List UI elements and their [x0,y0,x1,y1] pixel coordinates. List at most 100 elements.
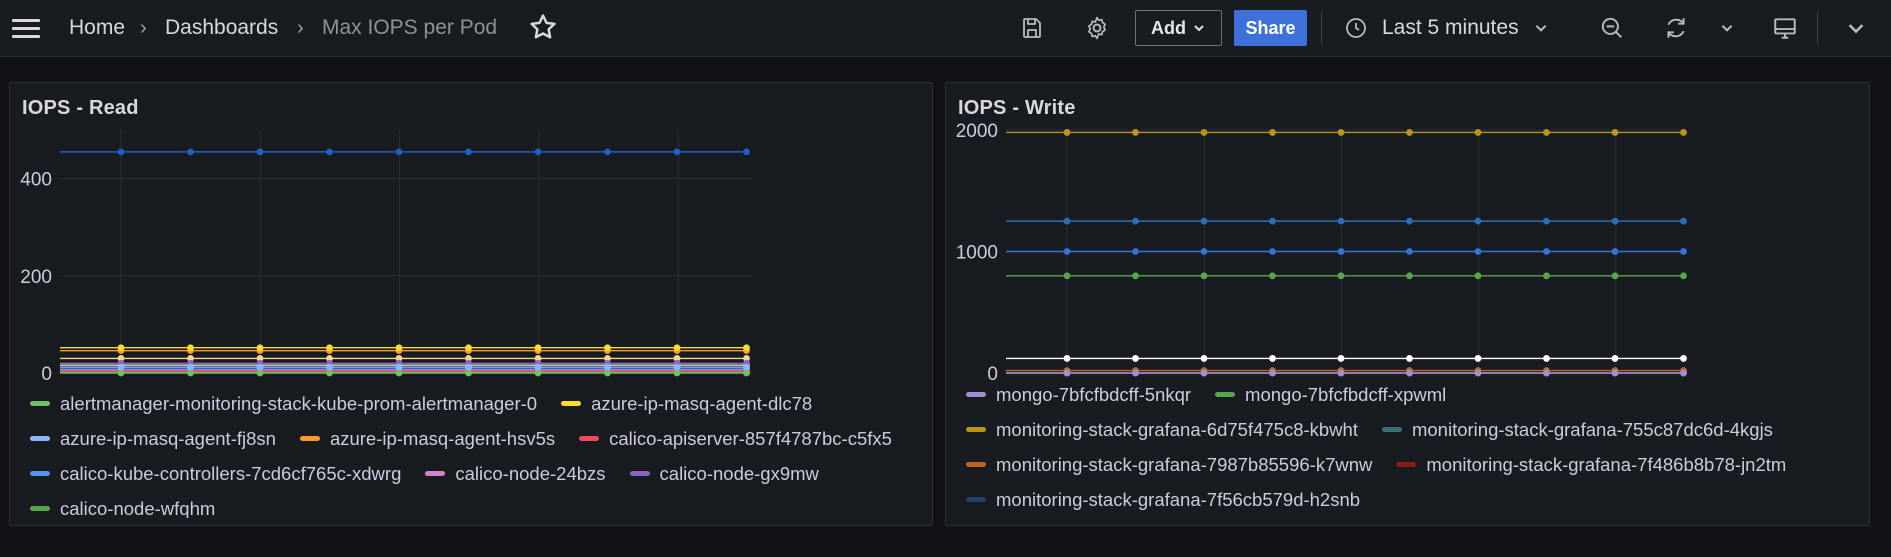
legend-item[interactable]: monitoring-stack-grafana-755c87dc6d-4kgj… [1374,412,1773,447]
data-point [1543,217,1550,225]
legend-label: alertmanager-monitoring-stack-kube-prom-… [60,392,538,414]
data-point [1063,272,1071,280]
legend-swatch [30,436,50,441]
legend-item[interactable]: monitoring-stack-grafana-7987b85596-k7wn… [958,447,1372,482]
data-point [1269,217,1276,225]
settings-icon[interactable] [1079,10,1115,46]
chart-legend: mongo-7bfcfbdcff-5nkqr mongo-7bfcfbdcff-x… [958,377,1857,517]
data-point [604,369,611,377]
chevron-down-icon [1194,25,1204,32]
save-icon[interactable] [1014,10,1050,46]
legend-item[interactable]: azure-ip-masq-agent-hsv5s [292,421,555,456]
data-point [1406,129,1413,136]
legend-label: calico-node-wfqhm [60,497,216,519]
legend-item[interactable]: mongo-7bfcfbdcff-5nkqr [958,377,1191,412]
legend-label: calico-kube-controllers-7cd6cf765c-xdwrg [60,462,402,484]
legend-item[interactable]: alertmanager-monitoring-stack-kube-prom-… [22,386,537,421]
legend-swatch [30,471,50,476]
data-point [604,148,611,156]
page-title: Max IOPS per Pod [322,16,498,39]
x-tick-label: 16:12:00 [641,382,715,383]
legend-item[interactable]: calico-node-gx9mw [622,456,819,491]
legend-swatch [579,436,600,441]
iops-read-chart: 0 200 400 16:08:00 16:09:00 16:10:00 16:11:00 1… [20,130,752,383]
data-point [743,148,750,156]
series-mongo-7bfcfbdcff-xpwml[interactable] [1006,272,1687,280]
legend-label: mongo-7bfcfbdcff-5nkqr [996,383,1192,405]
legend-item[interactable]: azure-ip-masq-agent-dlc78 [553,386,812,421]
legend-item[interactable]: calico-node-24bzs [417,456,606,491]
add-button-label: Add [1151,17,1186,38]
time-range-picker[interactable]: Last 5 minutes [1344,12,1549,44]
legend-item[interactable]: monitoring-stack-grafana-7f56cb579d-h2sn… [958,482,1360,517]
data-point [256,344,264,352]
legend-label: monitoring-stack-grafana-6d75f475c8-kbwh… [996,418,1358,440]
data-point [1680,272,1687,280]
chevron-down-icon[interactable] [1838,10,1874,46]
data-point [395,148,403,156]
data-point [326,344,333,352]
data-point [1611,217,1619,225]
series-unlabeled[interactable] [60,148,750,156]
legend-item[interactable]: calico-node-wfqhm [22,491,215,518]
legend-swatch [966,392,986,397]
data-point [1200,272,1208,280]
series-unlabeled[interactable] [60,355,750,362]
data-point [534,363,542,371]
data-point [1337,355,1345,362]
tv-mode-icon[interactable] [1767,10,1803,46]
share-button[interactable]: Share [1234,10,1307,46]
breadcrumb-dashboards[interactable]: Dashboards [165,14,278,42]
legend-item[interactable]: calico-apiserver-857f4787bc-c5fx5 [571,421,892,456]
data-point [1337,369,1345,377]
chevron-down-icon [1535,24,1546,32]
series-unlabeled[interactable] [1006,217,1687,225]
legend-swatch [561,401,582,406]
legend-label: monitoring-stack-grafana-7f56cb579d-h2sn… [996,488,1361,510]
x-tick-label: 16:10:00 [363,382,437,383]
data-point [117,344,125,352]
data-point [187,363,194,371]
data-point [326,369,333,377]
data-point [534,344,542,352]
data-point [1611,129,1619,136]
refresh-icon[interactable] [1658,10,1694,46]
data-point [673,369,681,377]
x-tick-label: 16:11:00 [503,382,576,383]
y-tick-label: 400 [20,170,52,191]
panel-iops-write: IOPS - Write 01000200016:08:0016:09:0016… [945,82,1870,526]
legend-item[interactable]: monitoring-stack-grafana-7f486b8b78-jn2t… [1388,447,1786,482]
data-point [1680,129,1687,136]
data-point [1063,248,1071,255]
series-unlabeled[interactable] [1006,355,1687,362]
legend-item[interactable]: calico-kube-controllers-7cd6cf765c-xdwrg [22,456,401,491]
legend-item[interactable]: azure-ip-masq-agent-fj8sn [22,421,276,456]
data-point [1337,272,1345,280]
data-point [187,344,194,352]
data-point [604,363,611,371]
legend-label: monitoring-stack-grafana-7f486b8b78-jn2t… [1426,453,1787,475]
chart-legend: alertmanager-monitoring-stack-kube-prom-… [22,386,920,518]
data-point [1543,272,1550,280]
legend-swatch [1396,462,1417,467]
legend-label: calico-node-gx9mw [659,462,819,484]
menu-icon[interactable] [10,14,44,42]
legend-swatch [299,436,320,441]
data-point [1474,355,1482,362]
data-point [1200,248,1208,255]
data-point [1337,248,1345,255]
chevron-down-icon[interactable] [1709,10,1745,46]
legend-item[interactable]: monitoring-stack-grafana-6d75f475c8-kbwh… [958,412,1358,447]
add-button[interactable]: Add [1135,10,1222,46]
legend-swatch [966,497,986,502]
series-unlabeled[interactable] [1006,248,1687,255]
data-point [1132,272,1139,280]
data-point [1200,369,1208,377]
zoom-out-icon[interactable] [1594,10,1630,46]
legend-label: azure-ip-masq-agent-hsv5s [329,427,556,449]
iops-write-chart: 01000200016:08:0016:09:0016:10:0016:11:0… [956,121,1687,383]
star-icon[interactable] [528,12,558,42]
breadcrumb-home[interactable]: Home [69,14,125,42]
legend-item[interactable]: mongo-7bfcfbdcff-xpwml [1207,377,1446,412]
data-point [395,344,403,352]
